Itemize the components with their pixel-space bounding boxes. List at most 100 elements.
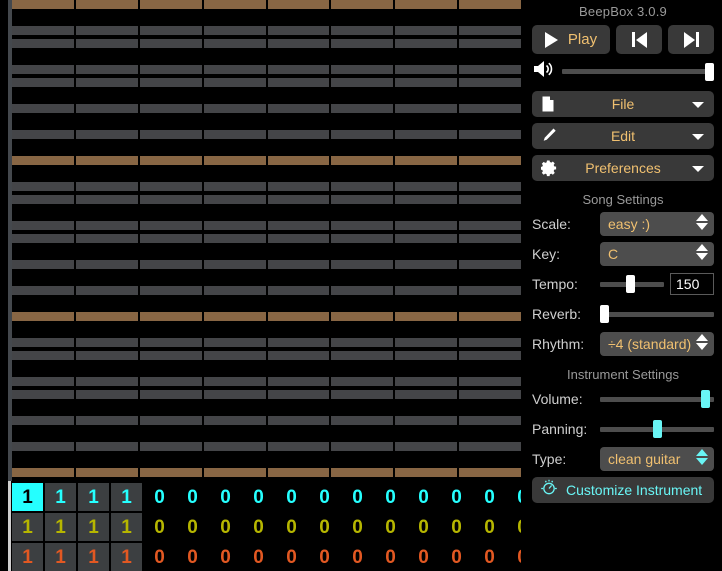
pattern-cell[interactable] [203, 377, 266, 386]
pattern-cell[interactable] [75, 221, 138, 230]
pattern-cell[interactable] [75, 0, 138, 9]
pattern-cell[interactable] [267, 403, 330, 412]
pattern-row[interactable] [12, 130, 521, 139]
pattern-cell[interactable] [139, 0, 202, 9]
pattern-cell[interactable] [203, 364, 266, 373]
pattern-cell[interactable] [139, 273, 202, 282]
pattern-cell[interactable] [331, 130, 394, 139]
pattern-cell[interactable] [12, 468, 74, 477]
pattern-row[interactable] [12, 52, 521, 61]
pattern-cell[interactable] [75, 442, 138, 451]
pattern-cell[interactable] [267, 468, 330, 477]
pattern-cell[interactable] [75, 416, 138, 425]
pattern-cell[interactable] [395, 117, 458, 126]
track-row[interactable]: 1111000000000000 [12, 513, 521, 541]
pattern-cell[interactable] [12, 234, 74, 243]
track-cell[interactable]: 0 [441, 513, 472, 541]
pattern-cell[interactable] [267, 13, 330, 22]
pattern-cell[interactable] [75, 143, 138, 152]
pattern-cell[interactable] [395, 0, 458, 9]
pattern-cell[interactable] [459, 260, 521, 269]
pattern-cell[interactable] [395, 468, 458, 477]
pattern-cell[interactable] [139, 442, 202, 451]
pattern-cell[interactable] [331, 403, 394, 412]
pattern-cell[interactable] [12, 208, 74, 217]
pattern-cell[interactable] [395, 195, 458, 204]
track-cell[interactable]: 0 [507, 483, 521, 511]
track-cell[interactable]: 0 [177, 483, 208, 511]
pattern-cell[interactable] [267, 273, 330, 282]
pattern-row[interactable] [12, 403, 521, 412]
pattern-cell[interactable] [203, 299, 266, 308]
track-cell[interactable]: 0 [309, 483, 340, 511]
pattern-cell[interactable] [267, 390, 330, 399]
pattern-row[interactable] [12, 182, 521, 191]
pattern-cell[interactable] [139, 52, 202, 61]
pattern-cell[interactable] [203, 78, 266, 87]
pattern-cell[interactable] [12, 169, 74, 178]
pattern-cell[interactable] [75, 312, 138, 321]
pattern-cell[interactable] [395, 39, 458, 48]
pattern-cell[interactable] [331, 117, 394, 126]
track-cell[interactable]: 0 [144, 483, 175, 511]
pattern-cell[interactable] [203, 52, 266, 61]
pattern-row[interactable] [12, 156, 521, 165]
pattern-cell[interactable] [459, 247, 521, 256]
pattern-cell[interactable] [139, 286, 202, 295]
pattern-cell[interactable] [267, 91, 330, 100]
pattern-cell[interactable] [331, 351, 394, 360]
track-cell[interactable]: 0 [276, 483, 307, 511]
pattern-cell[interactable] [331, 221, 394, 230]
pattern-cell[interactable] [12, 39, 74, 48]
pattern-cell[interactable] [331, 143, 394, 152]
pattern-cell[interactable] [267, 429, 330, 438]
pattern-cell[interactable] [12, 416, 74, 425]
pattern-cell[interactable] [459, 143, 521, 152]
pattern-cell[interactable] [12, 26, 74, 35]
pattern-cell[interactable] [331, 13, 394, 22]
pattern-cell[interactable] [12, 260, 74, 269]
pattern-cell[interactable] [203, 65, 266, 74]
track-cell[interactable]: 0 [177, 543, 208, 571]
reverb-slider-thumb[interactable] [600, 305, 609, 323]
pattern-cell[interactable] [139, 351, 202, 360]
pattern-cell[interactable] [459, 416, 521, 425]
pattern-cell[interactable] [331, 416, 394, 425]
track-cell[interactable]: 0 [243, 543, 274, 571]
pattern-cell[interactable] [267, 169, 330, 178]
pattern-cell[interactable] [203, 208, 266, 217]
pattern-row[interactable] [12, 26, 521, 35]
pattern-cell[interactable] [331, 364, 394, 373]
pattern-cell[interactable] [331, 338, 394, 347]
pattern-row[interactable] [12, 377, 521, 386]
pattern-cell[interactable] [395, 390, 458, 399]
pattern-cell[interactable] [75, 377, 138, 386]
pattern-cell[interactable] [139, 403, 202, 412]
pattern-cell[interactable] [139, 169, 202, 178]
pattern-cell[interactable] [139, 104, 202, 113]
pattern-cell[interactable] [459, 91, 521, 100]
pattern-cell[interactable] [459, 351, 521, 360]
pattern-cell[interactable] [75, 169, 138, 178]
pattern-cell[interactable] [331, 468, 394, 477]
pattern-cell[interactable] [75, 78, 138, 87]
pattern-row[interactable] [12, 286, 521, 295]
track-cell[interactable]: 0 [375, 513, 406, 541]
track-cell[interactable]: 1 [45, 483, 76, 511]
track-cell[interactable]: 0 [144, 513, 175, 541]
pattern-cell[interactable] [267, 442, 330, 451]
pattern-cell[interactable] [459, 455, 521, 464]
track-cell[interactable]: 0 [474, 513, 505, 541]
pattern-cell[interactable] [267, 130, 330, 139]
track-cell[interactable]: 0 [243, 513, 274, 541]
pattern-cell[interactable] [203, 39, 266, 48]
pattern-cell[interactable] [139, 390, 202, 399]
pattern-cell[interactable] [331, 442, 394, 451]
pattern-cell[interactable] [139, 364, 202, 373]
pattern-cell[interactable] [395, 416, 458, 425]
pattern-cell[interactable] [331, 299, 394, 308]
pattern-cell[interactable] [395, 13, 458, 22]
panning-slider-thumb[interactable] [652, 420, 662, 438]
pattern-cell[interactable] [203, 416, 266, 425]
track-cell[interactable]: 1 [78, 543, 109, 571]
